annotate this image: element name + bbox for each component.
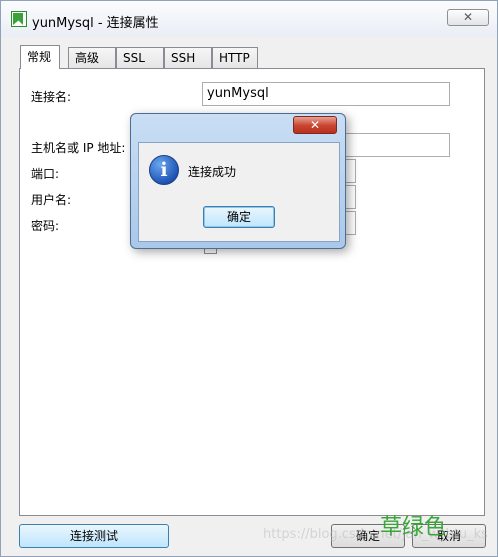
tab-general[interactable]: 常规 [20,45,60,69]
navicat-app-icon [11,11,27,27]
tab-ssh[interactable]: SSH [164,47,212,69]
tab-http[interactable]: HTTP [212,47,258,69]
host-label: 主机名或 IP 地址: [31,141,126,155]
watermark-url: https://blog.csdn.net/jan_w_btu_ks [263,527,488,542]
title-bar: yunMysql - 连接属性 ✕ [1,1,497,37]
dialog-body: i 连接成功 确定 [138,142,340,242]
connection-name-field[interactable]: yunMysql [202,82,450,106]
connection-success-dialog: ✕ i 连接成功 确定 [130,113,346,249]
window-close-button[interactable]: ✕ [447,9,489,26]
connection-name-label: 连接名: [31,90,72,104]
dialog-close-button[interactable]: ✕ [293,116,337,134]
tab-advanced[interactable]: 高级 [68,47,116,69]
username-label: 用户名: [31,193,72,207]
dialog-message: 连接成功 [188,165,237,179]
connection-properties-window: yunMysql - 连接属性 ✕ 常规 高级 SSL SSH HTTP 连接名… [0,0,498,557]
window-title: yunMysql - 连接属性 [32,16,159,31]
test-connection-button[interactable]: 连接测试 [19,524,169,548]
dialog-ok-button[interactable]: 确定 [203,206,275,228]
tab-ssl[interactable]: SSL [116,47,164,69]
port-label: 端口: [31,167,60,181]
info-icon: i [149,155,179,185]
password-label: 密码: [31,219,60,233]
watermark-logo: 草绿色 [380,515,447,540]
